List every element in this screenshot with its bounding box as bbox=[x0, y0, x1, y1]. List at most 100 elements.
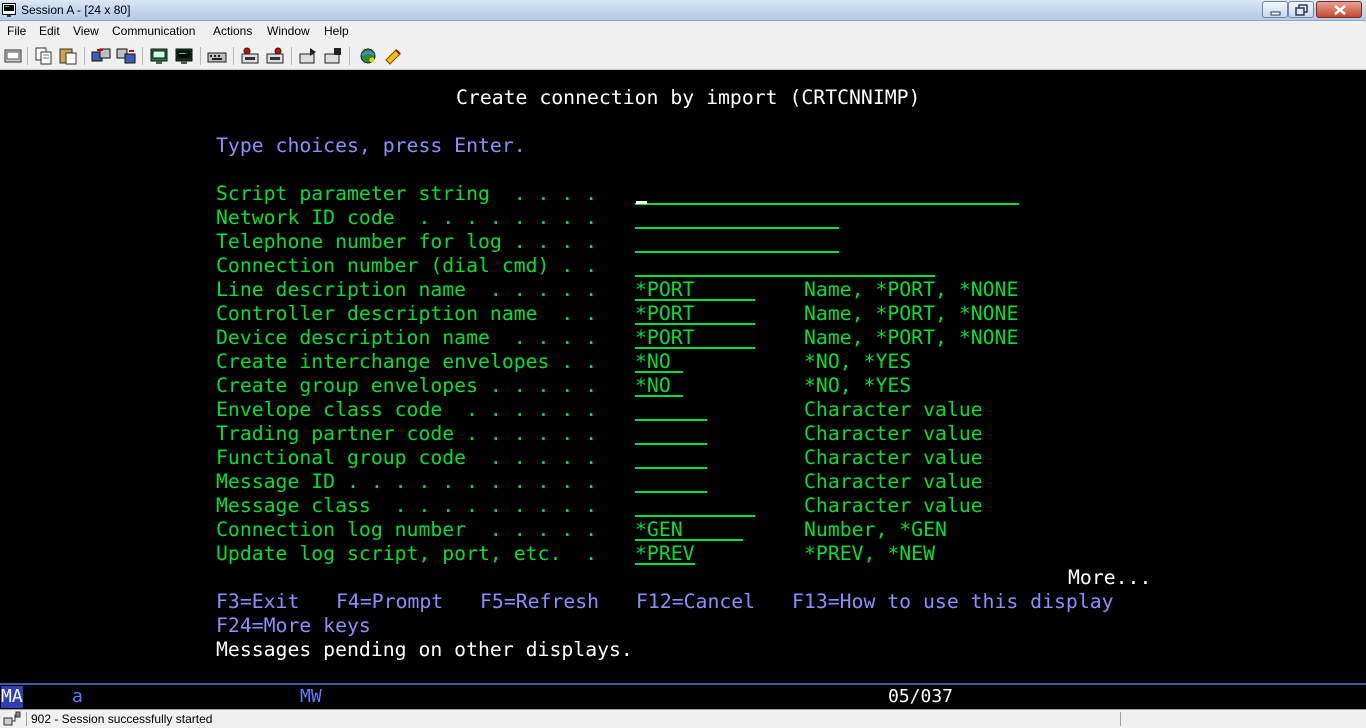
session-icon bbox=[2, 3, 16, 17]
param-label: Connection number (dial cmd) . . bbox=[216, 254, 598, 277]
functional-group-code-field[interactable] bbox=[635, 447, 707, 469]
menu-bar: File Edit View Communication Actions Win… bbox=[0, 21, 1366, 42]
menu-actions[interactable]: Actions bbox=[213, 24, 252, 38]
play-macro-button[interactable] bbox=[265, 46, 285, 66]
oia-cursor-position: 05/037 bbox=[888, 686, 954, 707]
connection-log-number-field[interactable]: *GEN bbox=[635, 519, 743, 541]
toolbar-separator bbox=[84, 47, 85, 65]
stop-icon bbox=[324, 48, 341, 64]
group-envelopes-field[interactable]: *NO bbox=[635, 375, 683, 397]
minimize-button[interactable] bbox=[1262, 1, 1288, 18]
param-hint: Character value bbox=[804, 446, 983, 469]
toolbar-separator bbox=[200, 47, 201, 65]
run-icon bbox=[299, 48, 316, 64]
run-button[interactable] bbox=[298, 46, 318, 66]
controller-description-field[interactable]: *PORT bbox=[635, 303, 755, 325]
minimize-icon bbox=[1270, 11, 1281, 16]
param-label: Controller description name . . bbox=[216, 302, 598, 325]
param-label: Trading partner code . . . . . . bbox=[216, 422, 598, 445]
copy-icon bbox=[35, 47, 52, 65]
device-description-field[interactable]: *PORT bbox=[635, 327, 755, 349]
update-log-script-field[interactable]: *PREV bbox=[635, 543, 695, 565]
status-divider bbox=[1120, 712, 1121, 726]
connection-number-field[interactable] bbox=[635, 255, 935, 277]
param-label: Functional group code . . . . . bbox=[216, 446, 598, 469]
fkey-f13-help[interactable]: F13=How to use this display bbox=[792, 590, 1114, 614]
param-label: Connection log number . . . . . bbox=[216, 518, 598, 541]
copy-button[interactable] bbox=[34, 46, 54, 66]
menu-communication[interactable]: Communication bbox=[112, 24, 195, 38]
line-description-field[interactable]: *PORT bbox=[635, 279, 755, 301]
param-hint: *NO, *YES bbox=[804, 350, 912, 373]
network-id-code-field[interactable] bbox=[635, 207, 839, 229]
script-parameter-string-field[interactable] bbox=[635, 183, 1019, 205]
envelope-class-code-field[interactable] bbox=[635, 399, 707, 421]
window-title-bar: Session A - [24 x 80] bbox=[0, 0, 1366, 21]
fkey-f3-exit[interactable]: F3=Exit bbox=[216, 590, 299, 614]
menu-edit[interactable]: Edit bbox=[39, 24, 60, 38]
display-icon bbox=[150, 48, 168, 64]
record-macro-button[interactable] bbox=[240, 46, 260, 66]
message-line: Messages pending on other displays. bbox=[216, 638, 633, 661]
toolbar-separator bbox=[27, 47, 28, 65]
status-divider bbox=[26, 712, 27, 726]
stop-button[interactable] bbox=[323, 46, 343, 66]
receive-file-button[interactable] bbox=[116, 46, 136, 66]
help-button[interactable] bbox=[383, 46, 403, 66]
menu-window[interactable]: Window bbox=[267, 24, 310, 38]
oia-ma-indicator: MA bbox=[1, 686, 23, 708]
param-hint: Character value bbox=[804, 470, 983, 493]
close-icon bbox=[1334, 5, 1346, 15]
menu-help[interactable]: Help bbox=[324, 24, 349, 38]
param-label: Create interchange envelopes . . bbox=[216, 350, 598, 373]
param-hint: Name, *PORT, *NONE bbox=[804, 326, 1019, 349]
message-id-field[interactable] bbox=[635, 471, 707, 493]
close-button[interactable] bbox=[1316, 1, 1362, 18]
display-2-button[interactable] bbox=[174, 46, 194, 66]
restore-icon bbox=[1295, 4, 1308, 16]
param-hint: Name, *PORT, *NONE bbox=[804, 302, 1019, 325]
print-screen-button[interactable] bbox=[3, 46, 23, 66]
param-label: Update log script, port, etc. . bbox=[216, 542, 598, 565]
keyboard-button[interactable] bbox=[207, 46, 227, 66]
connection-status-icon bbox=[3, 711, 21, 726]
fkey-f12-cancel[interactable]: F12=Cancel bbox=[636, 590, 755, 614]
toolbar bbox=[0, 42, 1366, 70]
fkey-f5-refresh[interactable]: F5=Refresh bbox=[480, 590, 599, 614]
param-hint: Character value bbox=[804, 422, 983, 445]
toolbar-separator bbox=[233, 47, 234, 65]
interchange-envelopes-field[interactable]: *NO bbox=[635, 351, 683, 373]
menu-view[interactable]: View bbox=[73, 24, 99, 38]
oia-mw-indicator: MW bbox=[300, 686, 322, 707]
param-label: Script parameter string . . . . bbox=[216, 182, 598, 205]
paste-button[interactable] bbox=[58, 46, 78, 66]
param-hint: Name, *PORT, *NONE bbox=[804, 278, 1019, 301]
menu-file[interactable]: File bbox=[7, 24, 26, 38]
connect-button[interactable] bbox=[358, 46, 378, 66]
help-icon bbox=[385, 49, 401, 65]
telephone-number-field[interactable] bbox=[635, 231, 839, 253]
terminal-screen[interactable]: Create connection by import (CRTCNNIMP) … bbox=[0, 70, 1366, 683]
param-hint: *NO, *YES bbox=[804, 374, 912, 397]
param-label: Telephone number for log . . . . bbox=[216, 230, 598, 253]
print-screen-icon bbox=[4, 49, 22, 63]
display-button[interactable] bbox=[149, 46, 169, 66]
fkey-f24-more-keys[interactable]: F24=More keys bbox=[216, 614, 371, 638]
trading-partner-code-field[interactable] bbox=[635, 423, 707, 445]
message-class-field[interactable] bbox=[635, 495, 755, 517]
status-message: 902 - Session successfully started bbox=[31, 712, 213, 726]
param-hint: *PREV, *NEW bbox=[804, 542, 936, 565]
instructions: Type choices, press Enter. bbox=[216, 134, 526, 157]
param-label: Message class . . . . . . . . . bbox=[216, 494, 598, 517]
fkey-f4-prompt[interactable]: F4=Prompt bbox=[336, 590, 443, 614]
restore-button[interactable] bbox=[1288, 1, 1314, 18]
send-file-button[interactable] bbox=[91, 46, 111, 66]
param-label: Create group envelopes . . . . . bbox=[216, 374, 598, 397]
screen-title: Create connection by import (CRTCNNIMP) bbox=[456, 86, 921, 109]
oia-a-indicator: a bbox=[72, 686, 83, 707]
toolbar-separator bbox=[291, 47, 292, 65]
receive-icon bbox=[116, 48, 136, 64]
param-hint: Number, *GEN bbox=[804, 518, 947, 541]
param-label: Device description name . . . . bbox=[216, 326, 598, 349]
status-bar: 902 - Session successfully started bbox=[0, 709, 1366, 728]
